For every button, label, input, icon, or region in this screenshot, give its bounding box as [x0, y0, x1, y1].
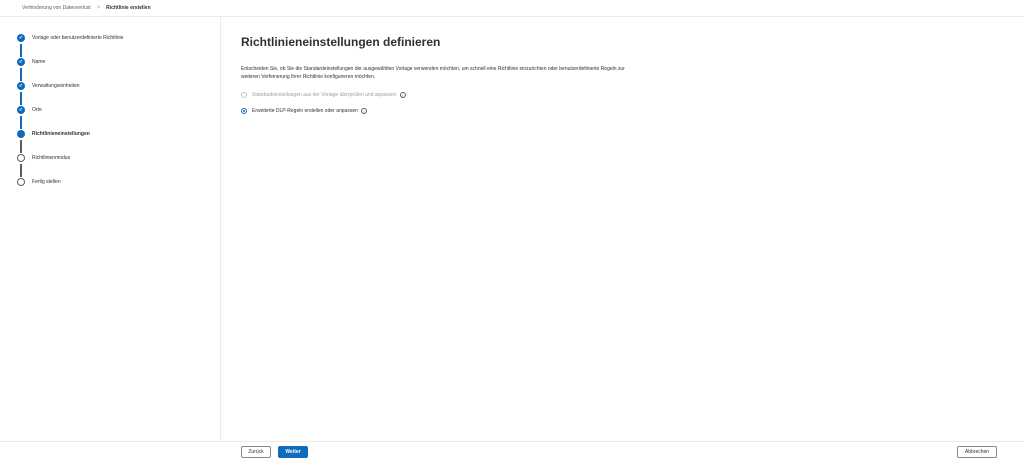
step-marker — [17, 178, 25, 186]
step-connector — [20, 140, 22, 153]
checkmark-icon: ✓ — [17, 34, 25, 42]
checkmark-icon: ✓ — [17, 106, 25, 114]
step-marker: ✓ — [17, 82, 25, 105]
next-button[interactable]: Weiter — [278, 446, 308, 458]
step-template[interactable]: ✓ Vorlage oder benutzerdefinierte Richtl… — [17, 33, 123, 57]
option-label: Standardeinstellungen aus der Vorlage üb… — [252, 92, 397, 98]
pending-step-icon — [17, 178, 25, 186]
page-title: Richtlinieneinstellungen definieren — [241, 35, 441, 49]
settings-radio-group: Standardeinstellungen aus der Vorlage üb… — [241, 90, 406, 122]
cancel-button[interactable]: Abbrechen — [957, 446, 997, 458]
radio-button[interactable] — [241, 108, 247, 114]
step-policy-mode: Richtlinienmodus — [17, 153, 123, 177]
step-policy-settings[interactable]: Richtlinieneinstellungen — [17, 129, 123, 153]
step-connector — [20, 68, 22, 81]
checkmark-icon: ✓ — [17, 82, 25, 90]
step-label: Richtlinienmodus — [32, 155, 71, 161]
step-label: Richtlinieneinstellungen — [32, 131, 90, 137]
breadcrumb: Verhinderung von Datenverlust > Richtlin… — [0, 0, 1024, 17]
pending-step-icon — [17, 154, 25, 162]
step-marker: ✓ — [17, 106, 25, 129]
option-default-settings: Standardeinstellungen aus der Vorlage üb… — [241, 90, 406, 100]
step-connector — [20, 92, 22, 105]
step-finish: Fertig stellen — [17, 177, 123, 201]
breadcrumb-separator: > — [96, 5, 101, 11]
wizard-sidebar: ✓ Vorlage oder benutzerdefinierte Richtl… — [0, 17, 221, 441]
step-label: Vorlage oder benutzerdefinierte Richtlin… — [32, 35, 124, 41]
info-icon[interactable]: i — [399, 92, 406, 98]
breadcrumb-current: Richtlinie erstellen — [106, 5, 151, 11]
step-label: Verwaltungseinheiten — [32, 83, 80, 89]
step-name[interactable]: ✓ Name — [17, 57, 123, 81]
breadcrumb-parent-link[interactable]: Verhinderung von Datenverlust — [22, 5, 91, 11]
step-connector — [20, 44, 22, 57]
page-description: Entscheiden Sie, ob Sie die Standardeins… — [241, 66, 625, 80]
back-button[interactable]: Zurück — [241, 446, 271, 458]
step-marker — [17, 130, 25, 153]
current-step-icon — [17, 130, 25, 138]
step-marker: ✓ — [17, 34, 25, 57]
step-admin-units[interactable]: ✓ Verwaltungseinheiten — [17, 81, 123, 105]
radio-button — [241, 92, 247, 98]
step-locations[interactable]: ✓ Orte — [17, 105, 123, 129]
step-connector — [20, 116, 22, 129]
step-label: Name — [32, 59, 46, 65]
option-advanced-dlp-rules[interactable]: Erweiterte DLP-Regeln erstellen oder anp… — [241, 106, 406, 116]
info-icon[interactable]: i — [360, 108, 367, 114]
checkmark-icon: ✓ — [17, 58, 25, 66]
option-label: Erweiterte DLP-Regeln erstellen oder anp… — [252, 108, 358, 114]
step-label: Fertig stellen — [32, 179, 61, 185]
wizard-footer: Zurück Weiter Abbrechen — [0, 441, 1024, 460]
step-label: Orte — [32, 107, 42, 113]
step-list: ✓ Vorlage oder benutzerdefinierte Richtl… — [17, 33, 123, 201]
step-connector — [20, 164, 22, 177]
step-marker — [17, 154, 25, 177]
step-marker: ✓ — [17, 58, 25, 81]
